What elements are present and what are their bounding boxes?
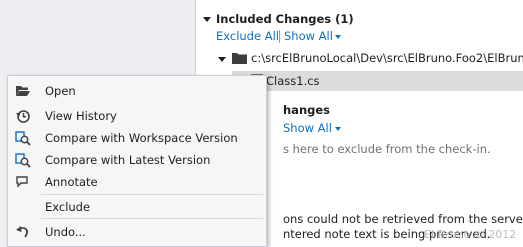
open-folder-icon (16, 86, 30, 96)
show-all-link-excluded[interactable]: Show All (283, 121, 332, 135)
folder-icon (232, 53, 247, 64)
drag-exclude-hint: s here to exclude from the check-in. (283, 142, 491, 156)
menu-separator (41, 194, 263, 195)
menu-item-exclude[interactable]: Exclude (8, 196, 266, 218)
menu-item-label: Undo... (45, 225, 86, 239)
menu-item-open[interactable]: Open (8, 80, 266, 102)
menu-item-annotate[interactable]: Annotate (8, 171, 266, 193)
context-menu: Open View History Compare with Workspace… (7, 75, 267, 247)
folder-path[interactable]: c:\srcElBrunoLocal\Dev\src\ElBruno.Foo2\… (251, 51, 523, 65)
menu-item-label: Compare with Latest Version (45, 153, 211, 167)
menu-item-label: Compare with Workspace Version (45, 131, 238, 145)
annotate-icon (16, 176, 28, 188)
menu-item-label: Open (45, 84, 76, 98)
show-all-excluded-dropdown-icon[interactable] (335, 127, 341, 131)
menu-item-label: Annotate (45, 175, 98, 189)
exclude-all-link[interactable]: Exclude All (216, 29, 279, 43)
menu-item-label: View History (45, 109, 117, 123)
menu-item-undo[interactable]: Undo... (8, 221, 266, 243)
link-separator (279, 30, 280, 43)
excluded-changes-title: hanges (283, 103, 331, 117)
compare-icon (15, 153, 31, 168)
menu-separator (41, 218, 263, 219)
history-icon (16, 110, 30, 123)
compare-icon (15, 131, 31, 146)
file-name[interactable]: Class1.cs (266, 74, 320, 88)
menu-item-view-history[interactable]: View History (8, 105, 266, 127)
show-all-dropdown-icon[interactable] (335, 35, 341, 39)
included-changes-title: Included Changes (1) (216, 12, 354, 26)
collapse-included-icon[interactable] (203, 17, 211, 22)
show-all-link-included[interactable]: Show All (284, 29, 333, 43)
notes-warning-line1: ons could not be retrieved from the serv… (283, 212, 523, 226)
collapse-folder-icon[interactable] (218, 57, 226, 62)
watermark: El Bruno © 2012 (424, 228, 517, 241)
menu-item-compare-latest[interactable]: Compare with Latest Version (8, 149, 266, 171)
undo-icon (16, 226, 28, 238)
menu-item-compare-workspace[interactable]: Compare with Workspace Version (8, 127, 266, 149)
menu-item-label: Exclude (45, 200, 91, 214)
